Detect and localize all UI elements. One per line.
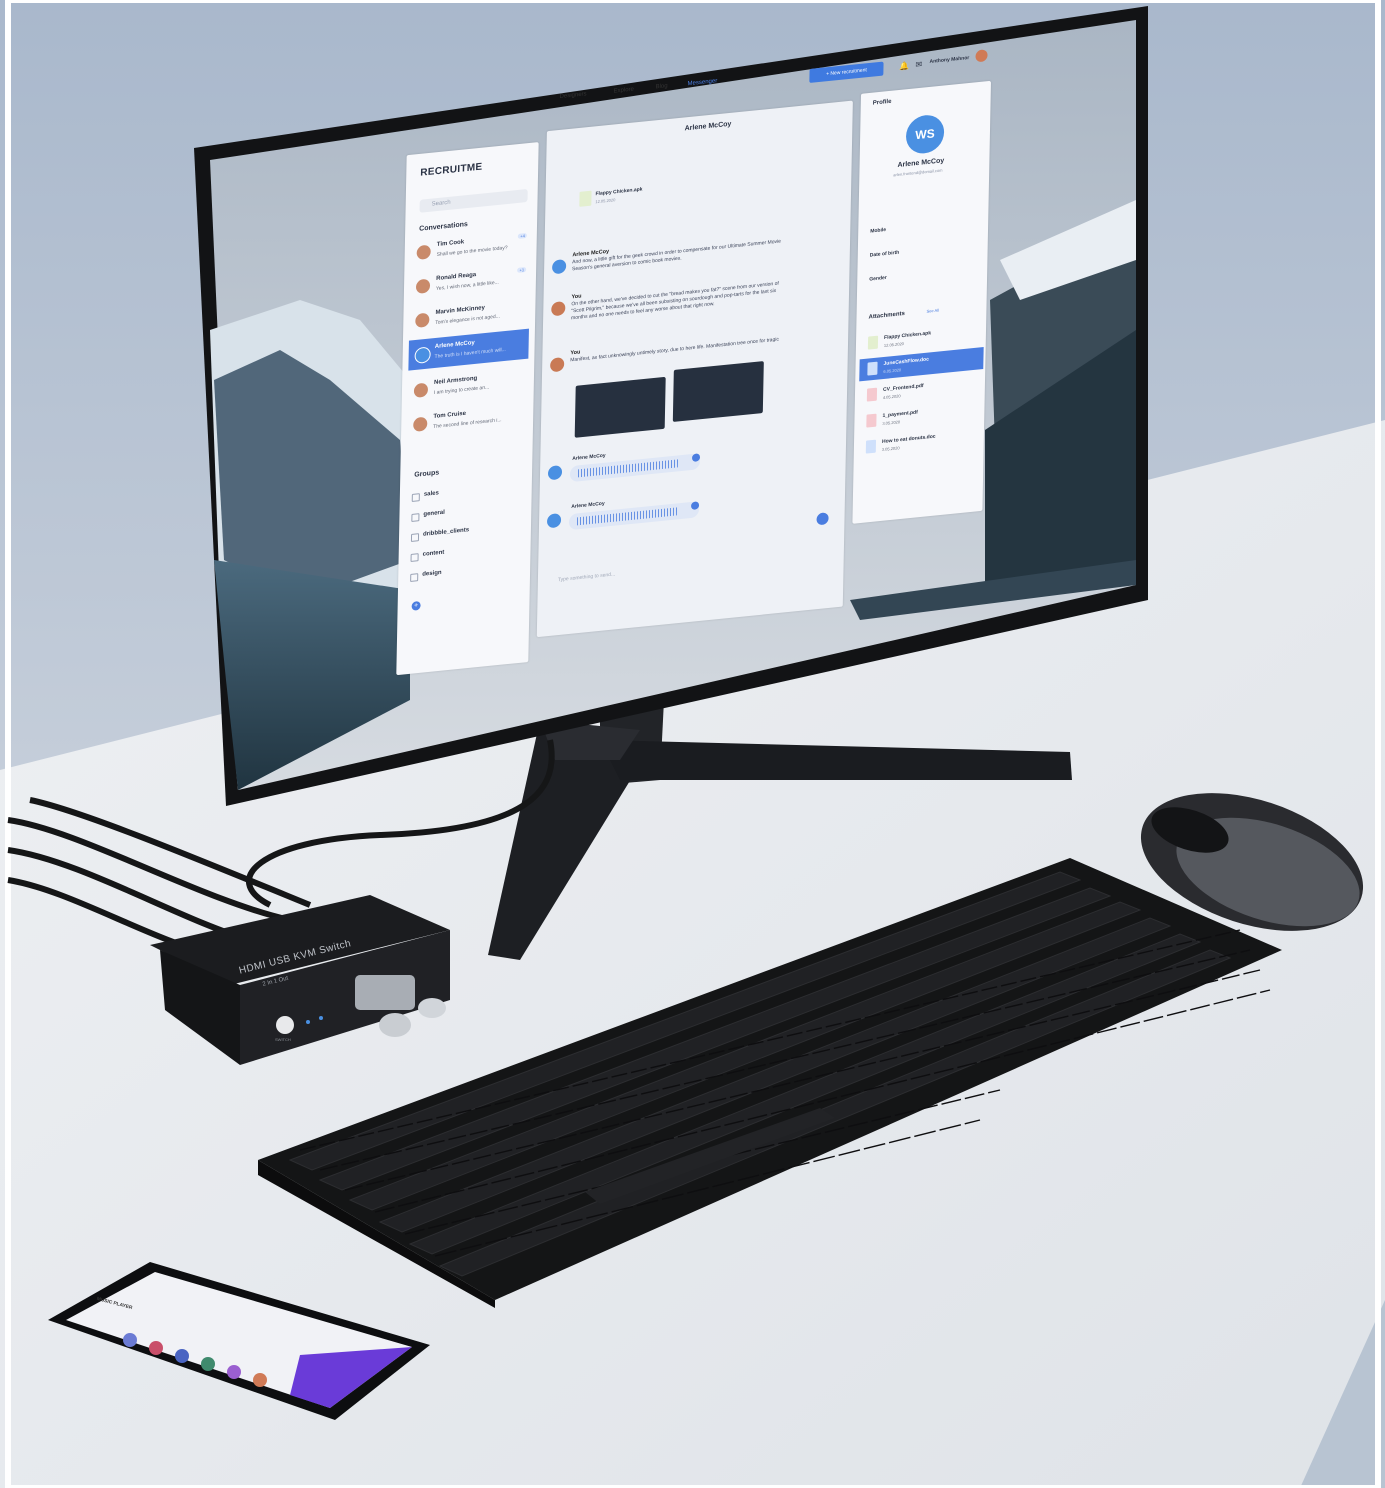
conversation-name: Neil Armstrong	[434, 375, 478, 386]
attachments-title: Attachments	[868, 310, 905, 321]
group-icon	[411, 513, 420, 522]
image-attachment[interactable]	[574, 376, 666, 438]
file-attachment[interactable]: Flappy Chicken.apk 12.05.2020	[579, 181, 669, 210]
sidebar: RECRUITME Search Conversations Tim Cook …	[396, 142, 539, 676]
image-attachment[interactable]	[672, 361, 764, 422]
nav-blog[interactable]: Blog	[655, 83, 667, 90]
conversation-preview: Yes, I wish now, a little like...	[435, 279, 499, 292]
file-date: 12.05.2020	[595, 197, 616, 205]
profile-title: Profile	[872, 98, 892, 107]
group-item[interactable]: dribbble_clients	[423, 527, 469, 538]
conversation-name: Ronald Reaga	[436, 271, 477, 282]
attachment-name: CV_Frontend.pdf	[882, 382, 924, 393]
file-icon	[866, 387, 878, 402]
avatar	[551, 301, 566, 317]
attachment-name: How to eat donuts.doc	[881, 433, 936, 445]
group-icon	[411, 493, 420, 502]
kvm-switch-label: SWITCH	[275, 1037, 291, 1042]
conversation-preview: Tom's elegance is not aged...	[435, 313, 500, 326]
message: Arlene McCoy And now, a little gift for …	[572, 231, 782, 273]
bell-icon[interactable]: 🔔	[899, 61, 909, 71]
conversation-preview: The second line of research i...	[433, 417, 502, 430]
avatar	[413, 416, 428, 432]
unread-badge: +4	[518, 233, 527, 239]
profile-field-label: Date of birth	[869, 249, 900, 259]
conversation-name: Marvin McKinney	[435, 305, 485, 316]
profile-field-label: Mobile	[870, 227, 887, 235]
avatar	[550, 357, 565, 373]
group-icon	[410, 573, 419, 582]
file-icon	[867, 335, 879, 350]
nav-explore[interactable]: Explore	[613, 87, 633, 95]
group-item[interactable]: content	[423, 550, 445, 558]
avatar	[552, 259, 567, 275]
see-all-link[interactable]: See All	[926, 308, 939, 314]
add-group-button[interactable]: +	[411, 600, 421, 611]
avatar	[414, 346, 431, 364]
group-item[interactable]: sales	[424, 490, 439, 498]
attachment-date: 6.05.2020	[883, 367, 902, 374]
waveform	[576, 507, 678, 526]
voice-sender: Arlene McCoy	[572, 452, 606, 462]
send-icon[interactable]	[816, 512, 829, 526]
brand-logo: RECRUITME	[420, 161, 483, 179]
product-scene: Designers Explore Blog Messenger + New r…	[0, 0, 1385, 1488]
attachment-date: 4.05.2020	[882, 393, 901, 400]
conversation-item-active[interactable]: Arlene McCoy The truth is I haven't much…	[408, 328, 529, 371]
conversation-item[interactable]: Tom Cruise The second line of research i…	[407, 399, 528, 441]
search-input[interactable]: Search	[419, 189, 528, 213]
group-icon	[410, 533, 420, 542]
user-name: Anthony Mahnor	[929, 55, 970, 65]
chat-title: Arlene McCoy	[684, 120, 732, 133]
file-name: Flappy Chicken.apk	[595, 186, 643, 198]
avatar	[546, 513, 562, 529]
file-icon	[866, 413, 877, 428]
avatar	[415, 278, 431, 294]
conversations-title: Conversations	[419, 220, 468, 233]
profile-field-label: Gender	[869, 274, 887, 283]
profile-panel: Profile WS Arlene McCoy arlen.frontend@d…	[852, 80, 991, 524]
avatar	[415, 312, 430, 328]
conversation-name: Tom Cruise	[433, 410, 467, 420]
group-icon	[410, 553, 419, 562]
avatar	[547, 465, 563, 481]
monitor-app-ui: Designers Explore Blog Messenger + New r…	[389, 30, 1000, 676]
file-icon	[867, 361, 878, 376]
waveform	[577, 459, 679, 478]
file-icon	[579, 190, 592, 207]
profile-email: arlen.frontend@domail.com	[893, 167, 943, 178]
nav-messenger[interactable]: Messenger	[687, 78, 717, 87]
message: You On the other hand, we've decided to …	[571, 273, 782, 322]
profile-avatar: WS	[905, 113, 945, 156]
unread-badge: +1	[517, 267, 527, 273]
user-avatar[interactable]	[975, 49, 988, 63]
phone-app-title: MUSIC PLAYER	[96, 1296, 133, 1311]
attachment-name: 1_payment.pdf	[882, 409, 918, 419]
conversation-name: Tim Cook	[436, 239, 465, 248]
mail-icon[interactable]: ✉	[915, 60, 922, 70]
nav-designers[interactable]: Designers	[559, 91, 586, 100]
conversation-name: Arlene McCoy	[434, 339, 475, 350]
attachment-date: 12.05.2020	[883, 340, 904, 348]
chat-panel: Arlene McCoy Flappy Chicken.apk 12.05.20…	[536, 100, 853, 638]
attachment-name: Flappy Chicken.apk	[884, 330, 932, 341]
group-item[interactable]: general	[423, 510, 444, 518]
groups-title: Groups	[414, 469, 440, 479]
message: You Manifest, as fact unknowingly untime…	[570, 329, 780, 364]
group-item[interactable]: design	[422, 570, 441, 578]
avatar	[413, 382, 429, 398]
attachment-date: 3.05.2020	[882, 419, 901, 426]
attachment-name: JuneCashFlow.doc	[883, 356, 929, 367]
file-icon	[865, 439, 877, 454]
conversation-preview: I am trying to create an...	[433, 384, 490, 396]
attachment-date: 3.05.2020	[881, 445, 900, 452]
message-input[interactable]: Type something to send...	[558, 571, 615, 583]
voice-sender: Arlene McCoy	[571, 500, 605, 510]
new-recruitment-button[interactable]: + New recruitment	[809, 61, 884, 83]
avatar	[416, 244, 431, 260]
